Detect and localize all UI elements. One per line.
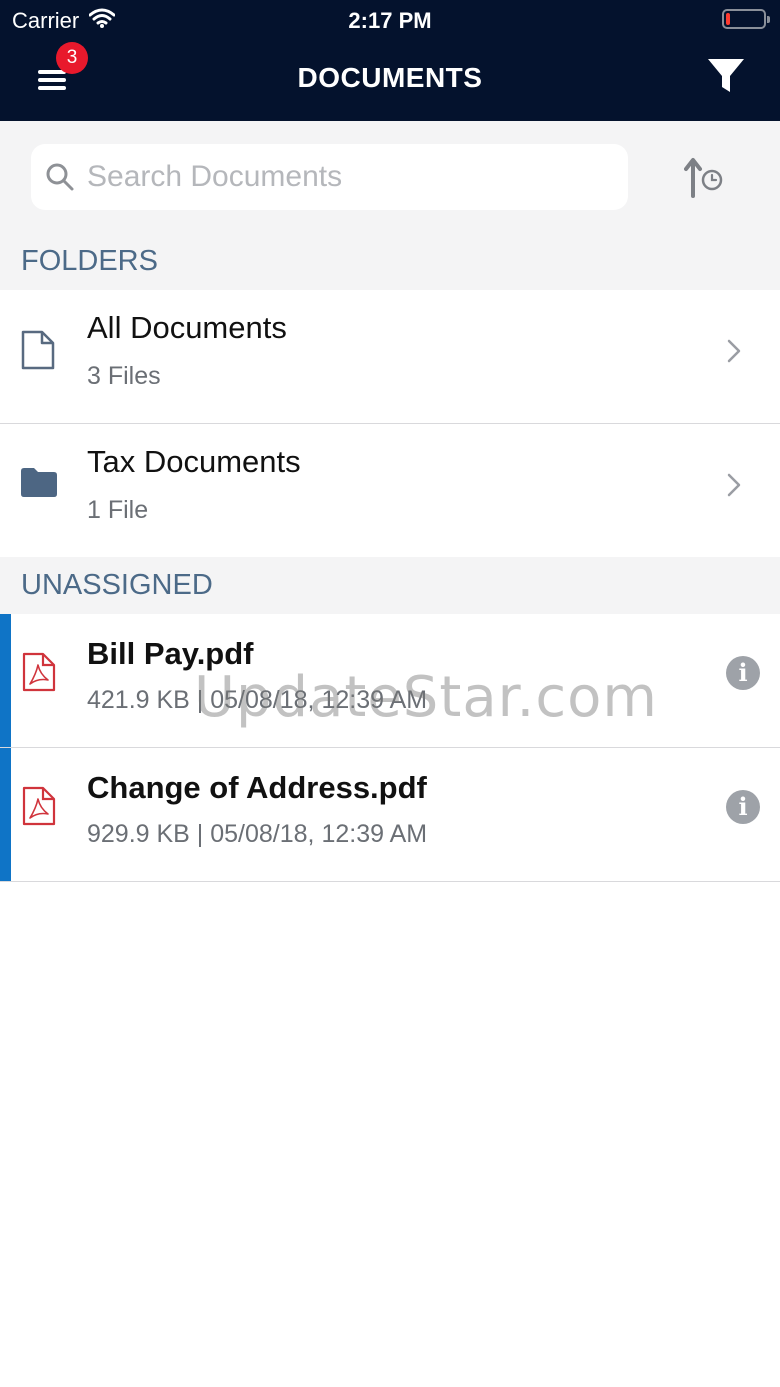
folder-row-tax-documents[interactable]: Tax Documents 1 File bbox=[0, 424, 780, 558]
file-row-bill-pay[interactable]: Bill Pay.pdf 421.9 KB | 05/08/18, 12:39 … bbox=[0, 614, 780, 748]
chevron-right-icon bbox=[726, 338, 742, 369]
folder-file-count: 3 Files bbox=[87, 362, 161, 390]
page-title: DOCUMENTS bbox=[297, 62, 483, 93]
file-name: Bill Pay.pdf bbox=[87, 636, 254, 671]
battery-icon bbox=[722, 9, 770, 29]
file-row-change-of-address[interactable]: Change of Address.pdf 929.9 KB | 05/08/1… bbox=[0, 748, 780, 882]
status-time: 2:17 PM bbox=[348, 8, 432, 33]
folder-name: Tax Documents bbox=[87, 444, 301, 479]
info-icon[interactable]: i bbox=[726, 790, 760, 824]
row-accent-bar bbox=[0, 748, 11, 881]
search-field[interactable] bbox=[31, 144, 628, 210]
pdf-icon bbox=[22, 652, 56, 697]
pdf-icon bbox=[22, 786, 56, 831]
file-name: Change of Address.pdf bbox=[87, 770, 427, 805]
file-meta: 929.9 KB | 05/08/18, 12:39 AM bbox=[87, 820, 428, 848]
filter-icon bbox=[708, 59, 744, 92]
folder-name: All Documents bbox=[87, 310, 287, 345]
file-meta: 421.9 KB | 05/08/18, 12:39 AM bbox=[87, 686, 428, 714]
top-bar: Carrier 2:17 PM 3 DOCUMENTS bbox=[0, 0, 780, 121]
row-accent-bar bbox=[0, 614, 11, 747]
folder-file-count: 1 File bbox=[87, 496, 149, 524]
folders-section-header: FOLDERS bbox=[0, 233, 780, 290]
folder-row-all-documents[interactable]: All Documents 3 Files bbox=[0, 290, 780, 424]
search-input[interactable] bbox=[87, 160, 607, 194]
search-bar-area bbox=[0, 121, 780, 233]
document-icon bbox=[20, 330, 56, 375]
info-icon[interactable]: i bbox=[726, 656, 760, 690]
documents-screen: Carrier 2:17 PM 3 DOCUMENTS Search Docum… bbox=[0, 0, 780, 1387]
filter-button[interactable] bbox=[706, 56, 746, 96]
battery-level bbox=[726, 13, 730, 25]
sort-button[interactable] bbox=[684, 156, 726, 198]
folder-icon bbox=[20, 466, 58, 503]
unassigned-section-header: UNASSIGNED bbox=[0, 557, 780, 614]
sort-by-date-icon bbox=[684, 158, 723, 198]
chevron-right-icon bbox=[726, 472, 742, 503]
search-icon bbox=[45, 162, 75, 192]
